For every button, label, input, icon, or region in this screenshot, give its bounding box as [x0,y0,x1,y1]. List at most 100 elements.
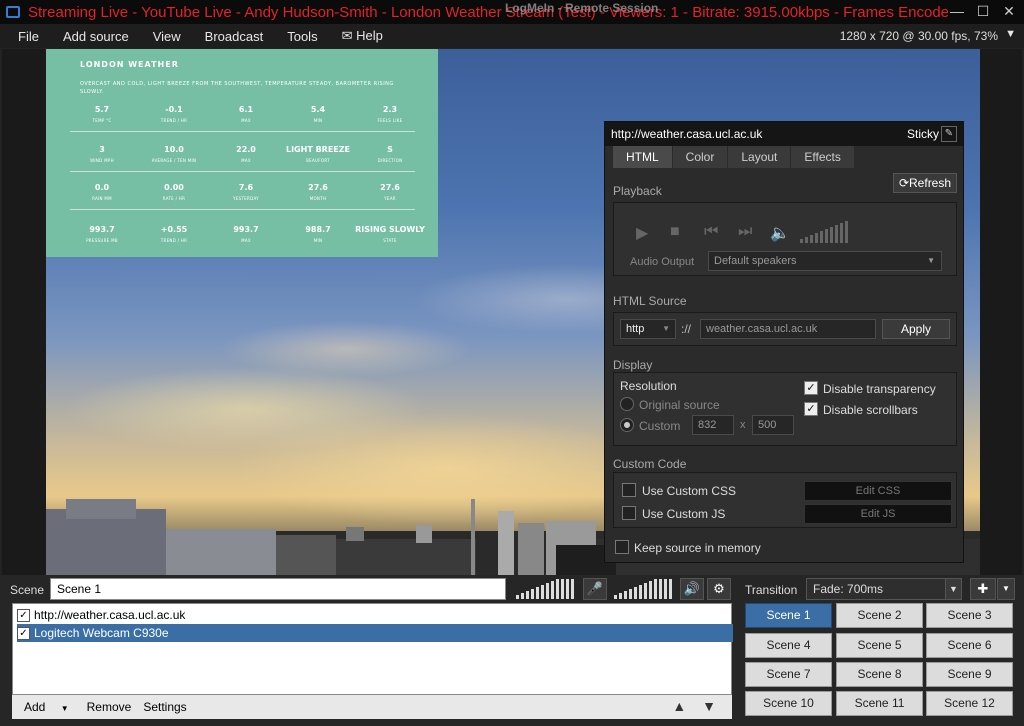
menu-tools[interactable]: Tools [275,29,329,44]
weather-value: 27.6 [380,183,400,192]
scene-button-9[interactable]: Scene 9 [926,662,1013,687]
url-input[interactable]: weather.casa.ucl.ac.uk [700,319,876,339]
scene-button-3[interactable]: Scene 3 [926,603,1013,628]
tab-layout[interactable]: Layout [728,146,791,168]
source-checkbox[interactable]: ✓ [17,608,30,622]
use-custom-js-checkbox[interactable] [622,506,636,520]
scheme-separator: :// [681,322,692,336]
divider [70,131,415,132]
scene-name-value: Scene 1 [57,582,102,596]
source-settings-button[interactable]: Settings [137,700,192,714]
scene-button-2[interactable]: Scene 2 [836,603,923,628]
weather-label: FEELS LIKE [377,118,403,123]
speaker-icon[interactable]: 🔊 [680,578,704,600]
scene-label: Scene [10,583,45,597]
list-item[interactable]: ✓ Logitech Webcam C930e [17,624,733,642]
chevron-down-icon[interactable]: ▼ [997,578,1015,600]
disable-scrollbars-label: Disable scrollbars [823,403,918,417]
weather-label: MIN [313,238,323,243]
resolution-label: Resolution [620,379,677,393]
volume-meter[interactable] [800,221,864,243]
disable-scrollbars-checkbox[interactable]: ✓ [804,402,818,416]
menu-file[interactable]: File [0,29,51,44]
close-icon[interactable]: ✕ [998,2,1020,20]
tab-effects[interactable]: Effects [791,146,854,168]
list-item[interactable]: ✓ http://weather.casa.ucl.ac.uk [17,606,733,624]
url-input-value: weather.casa.ucl.ac.uk [706,323,818,335]
scene-button-10[interactable]: Scene 10 [745,691,832,716]
scene-button-5[interactable]: Scene 5 [836,633,923,658]
weather-label: MONTH [309,196,327,201]
width-input[interactable]: 832 [692,415,734,435]
menu-view[interactable]: View [141,29,193,44]
remote-session-title: LogMeIn - Remote Session [505,1,659,15]
menu-help[interactable]: ✉ Help [330,28,395,44]
chevron-down-icon: ▼ [662,324,670,333]
minimize-icon[interactable]: — [946,2,968,20]
disable-transparency-checkbox[interactable]: ✓ [804,381,818,395]
stop-icon[interactable]: ■ [670,223,680,241]
scheme-select[interactable]: http ▼ [620,319,676,339]
transition-select[interactable]: Fade: 700ms ▼ [806,578,962,600]
scene-button-1[interactable]: Scene 1 [745,603,832,628]
menu-broadcast[interactable]: Broadcast [193,29,276,44]
scene-button-11[interactable]: Scene 11 [836,691,923,716]
scene-button-7[interactable]: Scene 7 [745,662,832,687]
use-custom-css-checkbox[interactable] [622,483,636,497]
weather-label: DIRECTION [377,158,403,163]
maximize-icon[interactable]: ☐ [972,2,994,20]
add-source-button[interactable]: Add ▼ [12,700,81,714]
keep-source-checkbox[interactable] [615,540,629,554]
pin-icon[interactable]: ✎ [941,126,957,142]
weather-label: RATE / HR [162,196,186,201]
skip-forward-icon[interactable]: ⏭ [738,223,752,241]
custom-radio[interactable] [620,418,634,432]
source-checkbox[interactable]: ✓ [17,626,30,640]
edit-css-button[interactable]: Edit CSS [804,481,952,501]
disable-transparency-label: Disable transparency [823,382,936,396]
scene-button-6[interactable]: Scene 6 [926,633,1013,658]
weather-value: 993.7 [89,225,115,234]
menu-add-source[interactable]: Add source [51,29,141,44]
tab-color[interactable]: Color [672,146,728,168]
custom-label: Custom [639,419,681,433]
scene-button-12[interactable]: Scene 12 [926,691,1013,716]
volume-icon[interactable]: 🔈 [770,223,790,243]
weather-value: +0.55 [160,225,188,234]
gear-icon[interactable]: ⚙ [707,578,731,600]
weather-row-pressure: 993.7 PRESSURE MB +0.55 TREND / HR 993.7 MA… [66,225,426,243]
width-value: 832 [698,419,717,431]
weather-label: STATE [383,238,397,243]
bottom-panel: Scene Scene 1 🎤 🔊 ⚙ ✓ http://weather.cas… [0,575,1024,726]
edit-js-button[interactable]: Edit JS [804,504,952,524]
original-source-radio[interactable] [620,397,634,411]
add-transition-icon[interactable]: ✚ [970,578,996,600]
refresh-button[interactable]: ⟳Refresh [893,173,957,193]
play-icon[interactable]: ▶ [636,223,648,243]
playback-section-label: Playback [613,184,662,198]
html-source-section-label: HTML Source [613,294,687,308]
arrow-down-icon[interactable]: ▼ [696,698,722,714]
weather-value: RISING SLOWLY [355,225,425,234]
apply-button[interactable]: Apply [882,319,950,339]
chevron-down-icon[interactable]: ▼ [1005,28,1016,40]
scene-name-input[interactable]: Scene 1 [50,578,506,600]
remove-source-button[interactable]: Remove [81,700,138,714]
skip-back-icon[interactable]: ⏮ [704,223,718,241]
scene-button-8[interactable]: Scene 8 [836,662,923,687]
use-custom-css-label: Use Custom CSS [642,484,737,498]
arrow-up-icon[interactable]: ▲ [666,698,692,714]
transition-label: Transition [745,583,798,597]
tab-html[interactable]: HTML [613,146,672,168]
window-title: Streaming Live - YouTube Live - Andy Hud… [28,3,948,21]
weather-label: TEMP °C [92,118,112,123]
keep-source-label: Keep source in memory [634,541,761,555]
audio-output-select[interactable]: Default speakers ▼ [708,251,942,271]
weather-row-wind: 3 WIND MPH 10.0 AVERAGE / TEN MIN 22.0 MAX … [66,145,426,163]
weather-label: MIN [313,118,323,123]
height-input[interactable]: 500 [752,415,794,435]
weather-label: YESTERDAY [233,196,259,201]
scene-button-4[interactable]: Scene 4 [745,633,832,658]
microphone-icon[interactable]: 🎤 [583,578,607,600]
original-source-label: Original source [639,398,720,412]
